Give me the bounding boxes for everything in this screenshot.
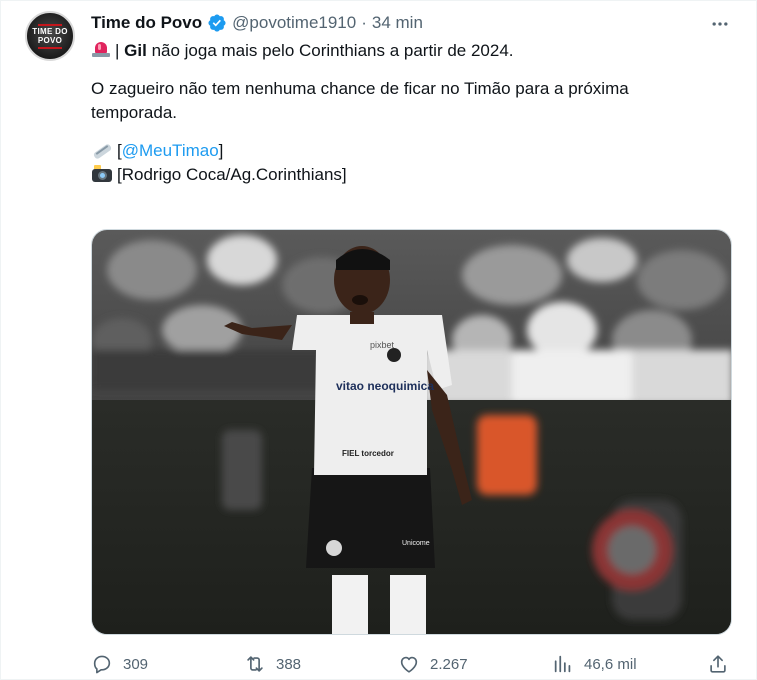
action-bar: 309 388 2.267 46,6 mil bbox=[91, 651, 741, 677]
newspaper-icon bbox=[91, 142, 113, 160]
share-button[interactable] bbox=[707, 651, 729, 677]
siren-icon bbox=[91, 41, 111, 58]
verified-badge-icon[interactable] bbox=[207, 13, 227, 33]
repost-count: 388 bbox=[276, 655, 302, 673]
shirt-crest-icon bbox=[387, 348, 401, 362]
photo-credit: [Rodrigo Coca/Ag.Corinthians] bbox=[117, 165, 347, 184]
share-icon bbox=[710, 655, 726, 673]
tweet-photo[interactable]: pixbet vitao neoquimica FIEL torcedor Un… bbox=[91, 229, 732, 635]
shirt-brand-text: pixbet bbox=[370, 340, 395, 350]
shirt-fiel-text: FIEL torcedor bbox=[342, 449, 394, 458]
repost-icon bbox=[247, 656, 263, 672]
camera-flash-icon bbox=[91, 165, 113, 182]
views-button[interactable]: 46,6 mil bbox=[552, 651, 637, 677]
avatar-logo-text: TIME DO POVO bbox=[32, 27, 68, 45]
views-count: 46,6 mil bbox=[584, 655, 637, 673]
reply-icon bbox=[93, 655, 111, 674]
headline-separator: | bbox=[115, 41, 120, 60]
like-count: 2.267 bbox=[430, 655, 468, 673]
more-options-icon[interactable] bbox=[710, 14, 730, 34]
shorts-sponsor-text: Unicome bbox=[402, 540, 430, 547]
like-button[interactable]: 2.267 bbox=[398, 651, 468, 677]
tweet-source-line: [@MeuTimao] bbox=[91, 139, 731, 163]
mention-link[interactable]: @MeuTimao bbox=[122, 141, 219, 160]
tweet-body-line: temporada. bbox=[91, 103, 177, 122]
avatar[interactable]: TIME DO POVO bbox=[25, 11, 75, 61]
repost-button[interactable]: 388 bbox=[244, 651, 301, 677]
shirt-sponsor-text: vitao neoquimica bbox=[336, 379, 434, 393]
reply-count: 309 bbox=[123, 655, 149, 673]
separator-dot: · bbox=[361, 13, 367, 32]
tweet-header: Time do Povo @povotime1910 · 34 min bbox=[91, 11, 423, 35]
tweet-credit-line: [Rodrigo Coca/Ag.Corinthians] bbox=[91, 163, 731, 187]
tweet-body-line: O zagueiro não tem nenhuma chance de fic… bbox=[91, 79, 629, 98]
reply-button[interactable]: 309 bbox=[91, 651, 148, 677]
views-icon bbox=[554, 655, 571, 673]
headline-text: não joga mais pelo Corinthians a partir … bbox=[151, 41, 514, 60]
account-handle[interactable]: @povotime1910 bbox=[232, 13, 356, 33]
tweet-line-headline: | Gil não joga mais pelo Corinthians a p… bbox=[91, 39, 731, 63]
bracket-close: ] bbox=[218, 141, 224, 160]
photo-canvas: pixbet vitao neoquimica FIEL torcedor Un… bbox=[92, 230, 731, 634]
tweet-card[interactable]: TIME DO POVO Time do Povo @povotime1910 … bbox=[0, 0, 757, 680]
display-name[interactable]: Time do Povo bbox=[91, 13, 202, 33]
avatar-stripe bbox=[38, 24, 62, 26]
like-icon bbox=[400, 656, 418, 673]
tweet-text: | Gil não joga mais pelo Corinthians a p… bbox=[91, 39, 731, 187]
avatar-stripe bbox=[38, 47, 62, 49]
player-name: Gil bbox=[124, 41, 147, 60]
club-crest-icon bbox=[326, 540, 342, 556]
timestamp[interactable]: 34 min bbox=[372, 13, 423, 33]
